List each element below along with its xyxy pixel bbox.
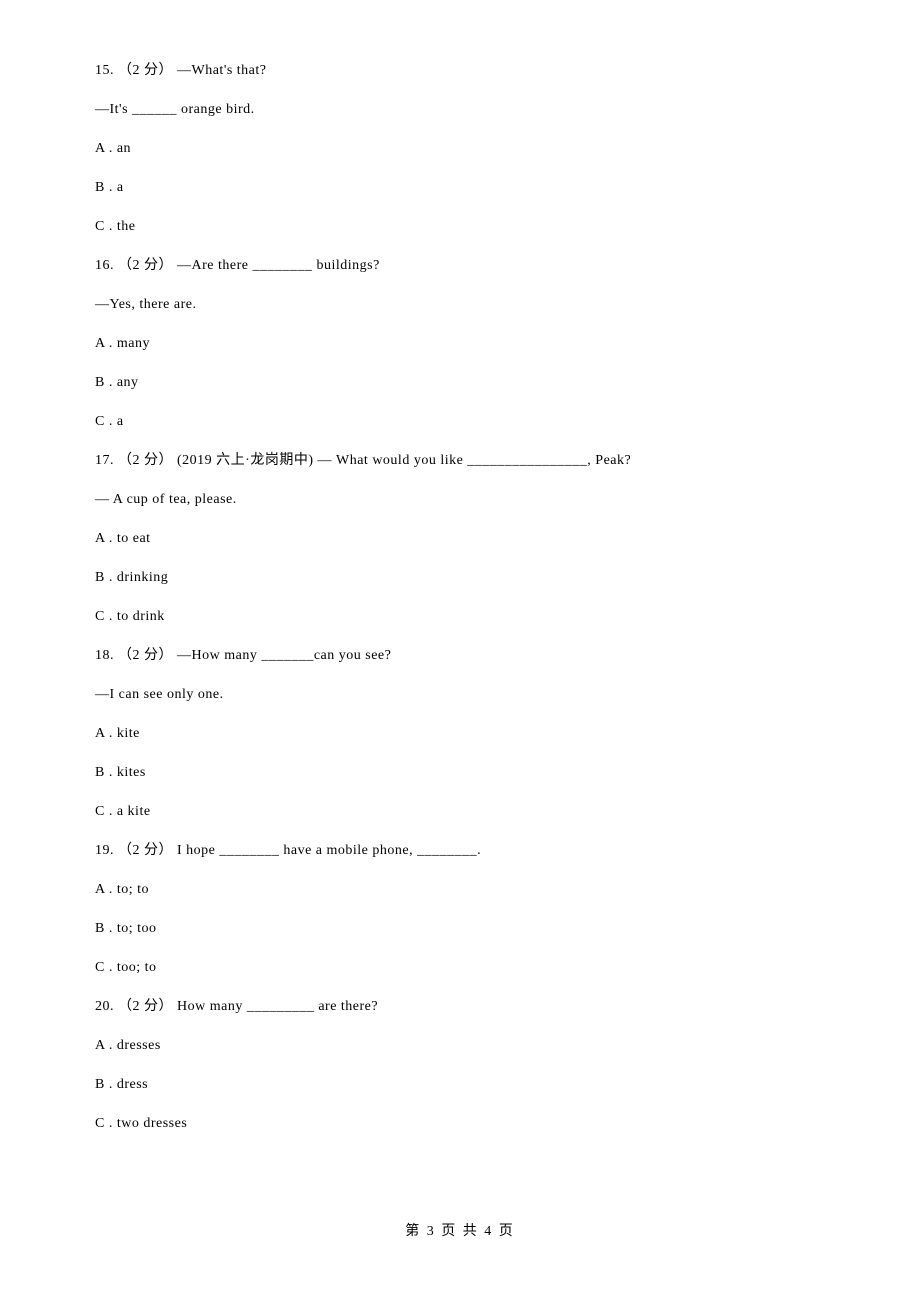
question-stem-line-1: 18. （2 分） —How many _______can you see?	[95, 645, 825, 666]
option-b: B . to; too	[95, 918, 825, 939]
question-points: （2 分）	[118, 258, 173, 273]
option-a: A . to; to	[95, 879, 825, 900]
question-number: 19.	[95, 843, 114, 858]
option-c: C . a kite	[95, 801, 825, 822]
question-number: 20.	[95, 999, 114, 1014]
question-stem-line-1: 17. （2 分） (2019 六上·龙岗期中) — What would yo…	[95, 450, 825, 471]
option-a: A . many	[95, 333, 825, 354]
question-16: 16. （2 分） —Are there ________ buildings?…	[95, 255, 825, 432]
question-number: 17.	[95, 453, 114, 468]
question-19: 19. （2 分） I hope ________ have a mobile …	[95, 840, 825, 978]
question-number: 15.	[95, 63, 114, 78]
question-source: (2019 六上·龙岗期中)	[173, 453, 318, 468]
option-a: A . to eat	[95, 528, 825, 549]
question-points: （2 分）	[118, 63, 173, 78]
question-stem-text: I hope ________ have a mobile phone, ___…	[173, 843, 481, 858]
question-stem-line-2: —I can see only one.	[95, 684, 825, 705]
question-stem-line-2: —It's ______ orange bird.	[95, 99, 825, 120]
question-stem-text: — What would you like ________________, …	[318, 453, 632, 468]
option-c: C . to drink	[95, 606, 825, 627]
question-stem-text: —Are there ________ buildings?	[173, 258, 380, 273]
question-stem-text: How many _________ are there?	[173, 999, 378, 1014]
page-footer: 第 3 页 共 4 页	[0, 1221, 920, 1242]
question-stem-text: —How many _______can you see?	[173, 648, 391, 663]
question-20: 20. （2 分） How many _________ are there? …	[95, 996, 825, 1134]
question-17: 17. （2 分） (2019 六上·龙岗期中) — What would yo…	[95, 450, 825, 627]
option-a: A . dresses	[95, 1035, 825, 1056]
question-points: （2 分）	[118, 843, 173, 858]
question-points: （2 分）	[118, 648, 173, 663]
question-points: （2 分）	[118, 999, 173, 1014]
question-stem-line-1: 20. （2 分） How many _________ are there?	[95, 996, 825, 1017]
question-stem-line-2: — A cup of tea, please.	[95, 489, 825, 510]
option-a: A . kite	[95, 723, 825, 744]
question-18: 18. （2 分） —How many _______can you see? …	[95, 645, 825, 822]
option-b: B . any	[95, 372, 825, 393]
question-stem-line-1: 19. （2 分） I hope ________ have a mobile …	[95, 840, 825, 861]
question-points: （2 分）	[118, 453, 173, 468]
option-c: C . too; to	[95, 957, 825, 978]
option-c: C . a	[95, 411, 825, 432]
question-15: 15. （2 分） —What's that? —It's ______ ora…	[95, 60, 825, 237]
question-number: 18.	[95, 648, 114, 663]
question-number: 16.	[95, 258, 114, 273]
option-b: B . drinking	[95, 567, 825, 588]
question-stem-line-2: —Yes, there are.	[95, 294, 825, 315]
option-c: C . the	[95, 216, 825, 237]
question-stem-line-1: 16. （2 分） —Are there ________ buildings?	[95, 255, 825, 276]
option-b: B . a	[95, 177, 825, 198]
option-b: B . dress	[95, 1074, 825, 1095]
question-stem-text: —What's that?	[173, 63, 267, 78]
question-stem-line-1: 15. （2 分） —What's that?	[95, 60, 825, 81]
option-c: C . two dresses	[95, 1113, 825, 1134]
option-b: B . kites	[95, 762, 825, 783]
option-a: A . an	[95, 138, 825, 159]
